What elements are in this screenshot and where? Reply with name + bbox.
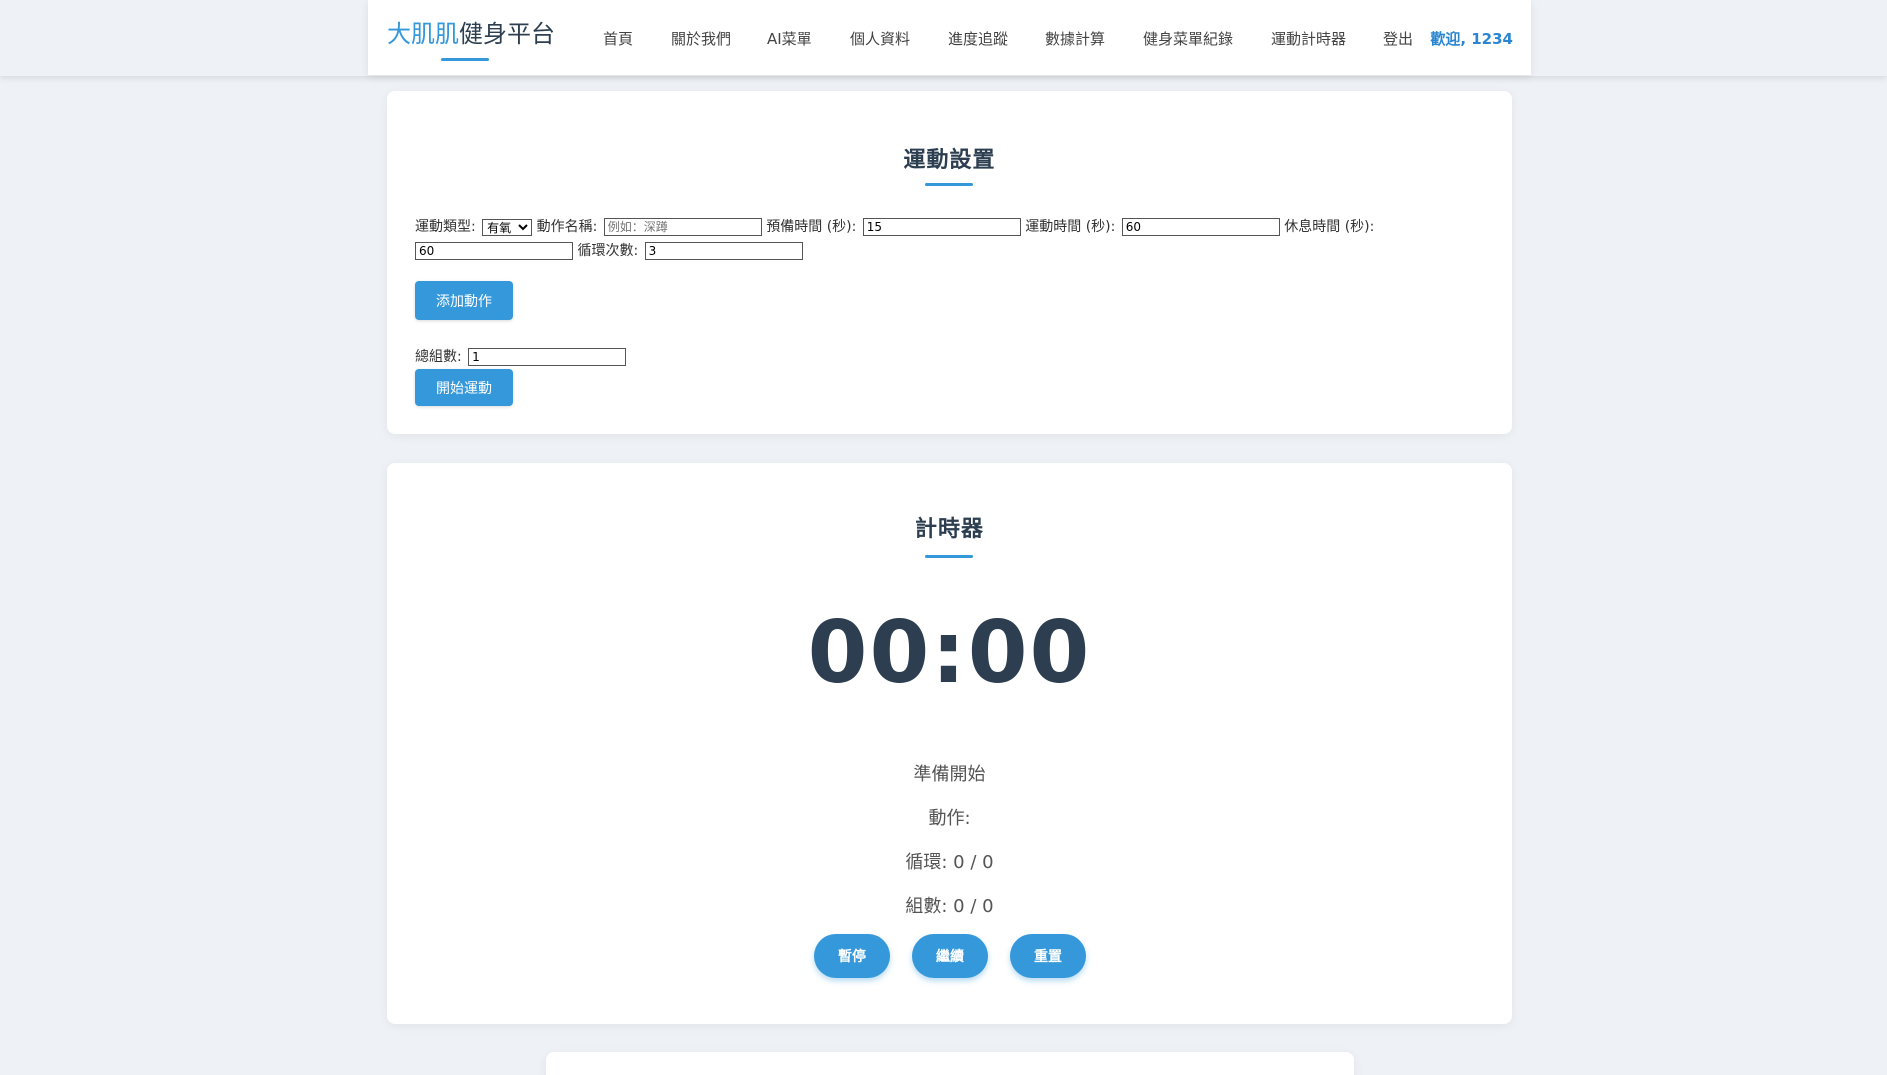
timer-card: 計時器 00:00 準備開始 動作: 循環: 0 / 0 組數: 0 / 0 暫…	[387, 463, 1512, 1024]
nav-timer[interactable]: 運動計時器	[1271, 28, 1346, 49]
nav-profile[interactable]: 個人資料	[850, 28, 910, 49]
logo-underline	[441, 58, 489, 61]
resume-button[interactable]: 繼續	[912, 934, 988, 978]
nav-about[interactable]: 關於我們	[671, 28, 731, 49]
prep-input[interactable]	[862, 218, 1021, 236]
nav-ai-menu[interactable]: AI菜單	[767, 28, 812, 49]
nav-home[interactable]: 首頁	[603, 28, 633, 49]
nav-calculator[interactable]: 數據計算	[1045, 28, 1105, 49]
sets-row: 總組數:	[415, 346, 627, 366]
start-workout-button[interactable]: 開始運動	[415, 369, 513, 406]
setup-card: 運動設置 運動類型: 有氧 動作名稱: 預備時間 (秒): 運動時間 (秒): …	[387, 91, 1512, 434]
sets-label: 總組數:	[415, 349, 462, 365]
next-card-partial	[546, 1052, 1354, 1075]
type-label: 運動類型:	[415, 219, 476, 235]
timer-action: 動作:	[928, 808, 971, 829]
rest-label: 休息時間 (秒):	[1284, 219, 1375, 235]
main-nav: 首頁 關於我們 AI菜單 個人資料 進度追蹤 數據計算 健身菜單紀錄 運動計時器…	[368, 28, 1531, 48]
work-input[interactable]	[1121, 218, 1280, 236]
timer-cycle-count: 循環: 0 / 0	[905, 852, 994, 873]
type-select[interactable]: 有氧	[482, 218, 533, 236]
rest-input[interactable]	[415, 242, 573, 260]
navbar: 大肌肌健身平台 首頁 關於我們 AI菜單 個人資料 進度追蹤 數據計算 健身菜單…	[368, 0, 1531, 75]
timer-set-count: 組數: 0 / 0	[905, 896, 994, 917]
nav-workout-log[interactable]: 健身菜單紀錄	[1143, 28, 1233, 49]
name-input[interactable]	[603, 218, 762, 236]
setup-title-underline	[925, 183, 973, 186]
nav-logout[interactable]: 登出	[1383, 28, 1413, 49]
timer-title-underline	[925, 555, 973, 558]
reset-button[interactable]: 重置	[1010, 934, 1086, 978]
add-action-button[interactable]: 添加動作	[415, 281, 513, 320]
timer-status: 準備開始	[913, 764, 986, 785]
setup-form-row-1: 運動類型: 有氧 動作名稱: 預備時間 (秒): 運動時間 (秒): 休息時間 …	[415, 216, 1376, 236]
timer-title: 計時器	[914, 517, 984, 542]
nav-progress[interactable]: 進度追蹤	[948, 28, 1008, 49]
work-label: 運動時間 (秒):	[1025, 219, 1116, 235]
cycles-input[interactable]	[644, 242, 803, 260]
setup-form-row-2: 循環次數:	[415, 240, 803, 260]
setup-title: 運動設置	[903, 148, 996, 173]
name-label: 動作名稱:	[536, 219, 598, 235]
prep-label: 預備時間 (秒):	[766, 219, 857, 235]
timer-display: 00:00	[807, 603, 1092, 703]
cycles-label: 循環次數:	[577, 243, 639, 259]
top-header-bar: 大肌肌健身平台 首頁 關於我們 AI菜單 個人資料 進度追蹤 數據計算 健身菜單…	[0, 0, 1887, 76]
pause-button[interactable]: 暫停	[814, 934, 890, 978]
welcome-user: 歡迎, 1234	[1430, 30, 1513, 48]
sets-input[interactable]	[468, 348, 627, 366]
